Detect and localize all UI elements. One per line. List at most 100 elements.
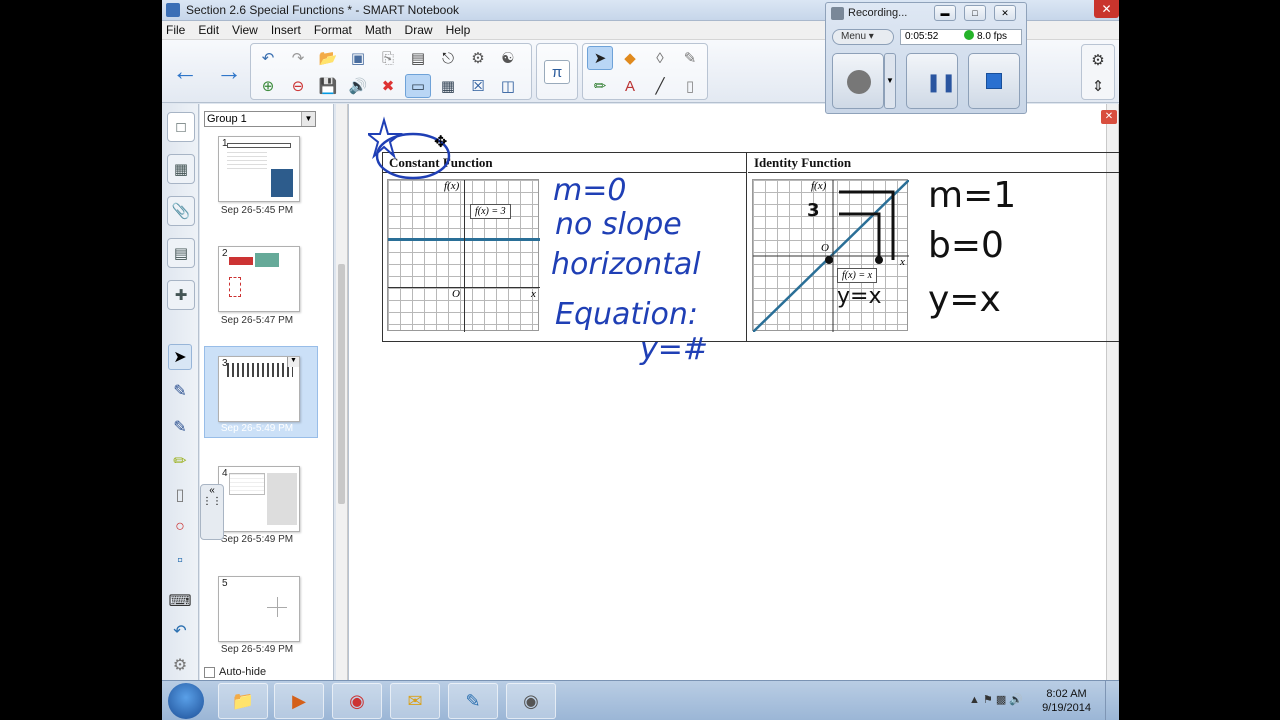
pen-tool-icon[interactable]: ✎ bbox=[168, 378, 192, 404]
table-icon[interactable]: ▦ bbox=[435, 74, 461, 98]
properties-tab-icon[interactable]: ▤ bbox=[167, 238, 195, 268]
full-screen-icon[interactable]: ☒ bbox=[465, 74, 491, 98]
recorder-app-icon bbox=[831, 7, 844, 20]
group-dropdown[interactable]: Group 1 ▼ bbox=[204, 111, 316, 127]
add-page-icon[interactable]: ⊕ bbox=[255, 74, 281, 98]
fx-label: f(x) bbox=[811, 180, 827, 192]
menu-draw[interactable]: Draw bbox=[405, 23, 433, 37]
properties-icon[interactable]: ⚙ bbox=[465, 46, 491, 70]
media-player-taskbar-icon[interactable]: ▶ bbox=[274, 683, 324, 719]
chrome-taskbar-icon[interactable]: ◉ bbox=[332, 683, 382, 719]
menu-view[interactable]: View bbox=[232, 23, 258, 37]
show-desktop-button[interactable] bbox=[1105, 681, 1119, 720]
paste-icon[interactable]: ⎘ bbox=[375, 46, 401, 70]
highlighter-icon[interactable]: ✏ bbox=[168, 448, 192, 474]
ink-point-origin bbox=[825, 256, 833, 264]
page-time-5: Sep 26-5:49 PM bbox=[220, 644, 294, 655]
screen-capture-icon[interactable]: ▣ bbox=[345, 46, 371, 70]
sidebar-collapse-handle[interactable]: «⋮⋮ bbox=[200, 484, 224, 540]
fill-icon[interactable]: ◊ bbox=[647, 46, 673, 70]
save-icon[interactable]: 💾 bbox=[315, 74, 341, 98]
keyboard-icon[interactable]: ⌨ bbox=[168, 588, 192, 614]
minimize-icon[interactable]: ▬ bbox=[934, 5, 956, 21]
gallery-tab-icon[interactable]: ▦ bbox=[167, 154, 195, 184]
menu-help[interactable]: Help bbox=[446, 23, 471, 37]
pens-icon[interactable]: ✏ bbox=[587, 74, 613, 98]
menu-edit[interactable]: Edit bbox=[198, 23, 219, 37]
recorder-taskbar-icon[interactable]: ◉ bbox=[506, 683, 556, 719]
delete-icon[interactable]: ✖ bbox=[375, 74, 401, 98]
creative-pen-icon[interactable]: ✎ bbox=[168, 414, 192, 440]
menu-format[interactable]: Format bbox=[314, 23, 352, 37]
taskbar-clock[interactable]: 8:02 AM 9/19/2014 bbox=[1042, 687, 1091, 715]
menu-math[interactable]: Math bbox=[365, 23, 392, 37]
record-button[interactable] bbox=[832, 53, 884, 109]
close-icon[interactable]: ✕ bbox=[994, 5, 1016, 21]
y-axis bbox=[464, 180, 465, 332]
notebook-tool-icon[interactable]: ▫ bbox=[168, 548, 192, 574]
sorter-scroll-thumb[interactable] bbox=[338, 264, 345, 504]
page-thumbnail-3[interactable]: 3 ▼ bbox=[218, 356, 300, 422]
smart-notebook-taskbar-icon[interactable]: ✎ bbox=[448, 683, 498, 719]
auto-hide-checkbox[interactable] bbox=[204, 666, 215, 678]
shapes-icon[interactable]: ◆ bbox=[617, 46, 643, 70]
open-file-icon[interactable]: 📂 bbox=[315, 46, 341, 70]
insert-picture-icon[interactable]: ▤ bbox=[405, 46, 431, 70]
undo-icon[interactable]: ↶ bbox=[255, 46, 281, 70]
line-icon[interactable]: ╱ bbox=[647, 74, 673, 98]
sorter-scrollbar[interactable] bbox=[336, 104, 348, 680]
previous-page-icon[interactable]: ← bbox=[170, 56, 200, 86]
screen-shade-icon[interactable]: ▭ bbox=[405, 74, 431, 98]
dual-page-icon[interactable]: ◫ bbox=[495, 74, 521, 98]
system-tray[interactable]: ▲ ⚑ ▩ 🔊 bbox=[969, 693, 1023, 706]
page-sorter-tab-icon[interactable]: □ bbox=[167, 112, 195, 142]
explorer-taskbar-icon[interactable]: 📁 bbox=[218, 683, 268, 719]
share-icon[interactable]: ☯ bbox=[495, 46, 521, 70]
attachments-tab-icon[interactable]: 📎 bbox=[167, 196, 195, 226]
select-tool-icon[interactable]: ➤ bbox=[168, 344, 192, 370]
page-time-3: Sep 26-5:49 PM bbox=[220, 423, 294, 434]
math-tools-icon[interactable]: π bbox=[544, 60, 570, 84]
magic-pen-icon[interactable]: ✎ bbox=[677, 46, 703, 70]
record-options-dropdown[interactable]: ▼ bbox=[884, 53, 896, 109]
menu-file[interactable]: File bbox=[166, 23, 185, 37]
eraser-tool-icon[interactable]: ▯ bbox=[168, 482, 192, 508]
chevron-down-icon[interactable]: ▼ bbox=[301, 112, 315, 126]
select-arrow-icon[interactable]: ➤ bbox=[587, 46, 613, 70]
clock-time: 8:02 AM bbox=[1046, 688, 1087, 700]
shape-tool-icon[interactable]: ○ bbox=[168, 514, 192, 540]
drawing-tools-group: ➤ ◆ ◊ ✎ ✏ A ╱ ▯ bbox=[582, 43, 708, 100]
ink-three: 3 bbox=[807, 200, 820, 221]
addons-tab-icon[interactable]: ✚ bbox=[167, 280, 195, 310]
constant-callout: f(x) = 3 bbox=[470, 204, 511, 219]
move-toolbar-icon[interactable]: ⇕ bbox=[1085, 74, 1111, 98]
page-number: 4 bbox=[222, 468, 228, 479]
start-button[interactable] bbox=[168, 683, 204, 719]
restore-icon[interactable]: □ bbox=[964, 5, 986, 21]
page-thumbnail-1[interactable]: 1 bbox=[218, 136, 300, 202]
page-thumbnail-5[interactable]: 5 bbox=[218, 576, 300, 642]
document-tools-group: ↶ ↷ 📂 ▣ ⎘ ▤ ⎋ ⚙ ☯ ⊕ ⊖ 💾 🔊 ✖ ▭ ▦ ☒ ◫ bbox=[250, 43, 532, 100]
recorder-menu-button[interactable]: Menu ▾ bbox=[832, 29, 894, 45]
window-close-button[interactable]: ✕ bbox=[1094, 0, 1119, 18]
canvas-close-icon[interactable]: ✕ bbox=[1101, 110, 1117, 124]
x-label: x bbox=[531, 288, 536, 300]
menu-insert[interactable]: Insert bbox=[271, 23, 301, 37]
help-tool-icon[interactable]: ⚙ bbox=[168, 652, 192, 678]
redo-icon[interactable]: ↷ bbox=[285, 46, 311, 70]
document-camera-icon[interactable]: ⎋ bbox=[435, 46, 461, 70]
undo-tool-icon[interactable]: ↶ bbox=[168, 618, 192, 644]
sound-icon[interactable]: 🔊 bbox=[345, 74, 371, 98]
text-icon[interactable]: A bbox=[617, 74, 643, 98]
next-page-icon[interactable]: → bbox=[214, 56, 244, 86]
gear-icon[interactable]: ⚙ bbox=[1085, 48, 1111, 72]
page-thumbnail-4[interactable]: 4 bbox=[218, 466, 300, 532]
delete-page-icon[interactable]: ⊖ bbox=[285, 74, 311, 98]
outlook-taskbar-icon[interactable]: ✉ bbox=[390, 683, 440, 719]
thumb-menu-icon[interactable]: ▼ bbox=[287, 357, 299, 367]
pause-button[interactable]: ❚❚ bbox=[906, 53, 958, 109]
eraser-icon[interactable]: ▯ bbox=[677, 74, 703, 98]
page-thumbnail-2[interactable]: 2 bbox=[218, 246, 300, 312]
auto-hide-option[interactable]: Auto-hide bbox=[204, 666, 266, 678]
stop-button[interactable] bbox=[968, 53, 1020, 109]
